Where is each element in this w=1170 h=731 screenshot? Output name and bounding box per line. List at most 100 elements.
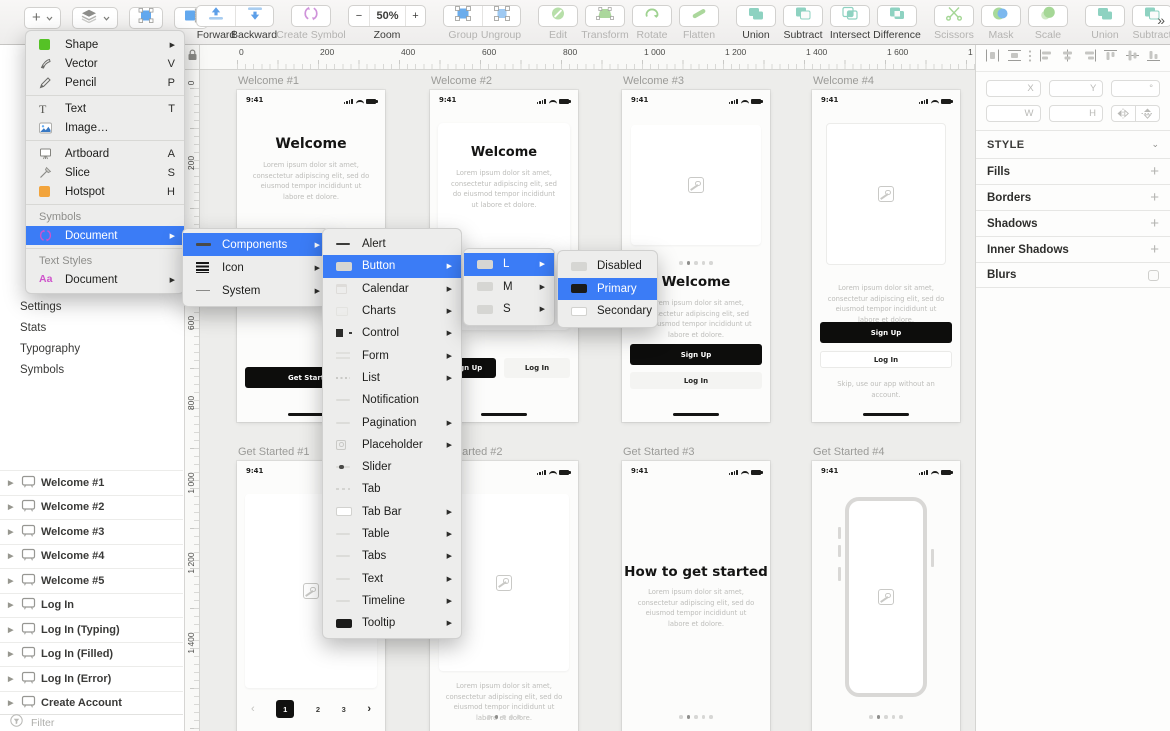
menu-item-shape[interactable]: Shape▶ bbox=[26, 35, 184, 54]
group-button[interactable] bbox=[444, 6, 482, 26]
menu-item-charts[interactable]: Charts▶ bbox=[323, 300, 461, 322]
add-icon[interactable]: + bbox=[1150, 164, 1159, 179]
menu-item-components[interactable]: Components▶ bbox=[183, 233, 329, 256]
artboard-get-started-4[interactable]: Get Started #4 9:41 bbox=[812, 461, 960, 731]
layer-row-welcome-3[interactable]: ▶Welcome #3 bbox=[0, 519, 183, 544]
transform-button[interactable] bbox=[586, 6, 624, 26]
log-in-button[interactable]: Log In bbox=[504, 358, 570, 378]
align-left-icon[interactable] bbox=[1039, 49, 1054, 67]
menu-item-tooltip[interactable]: Tooltip▶ bbox=[323, 612, 461, 634]
layer-row-welcome-1[interactable]: ▶Welcome #1 bbox=[0, 470, 183, 495]
insert-plus-button[interactable]: + bbox=[24, 7, 61, 29]
artboard-title[interactable]: Welcome #4 bbox=[813, 75, 874, 87]
menu-item-tab[interactable]: Tab bbox=[323, 478, 461, 500]
ruler-lock[interactable] bbox=[185, 45, 200, 70]
union-button[interactable] bbox=[737, 6, 775, 26]
rotation-field[interactable]: ° bbox=[1111, 80, 1160, 97]
add-icon[interactable]: + bbox=[1150, 216, 1159, 231]
menu-item-l[interactable]: L▶ bbox=[464, 253, 554, 276]
disclosure-triangle-icon[interactable]: ▶ bbox=[8, 503, 16, 511]
layer-row-welcome-4[interactable]: ▶Welcome #4 bbox=[0, 544, 183, 569]
artboard-title[interactable]: Welcome #3 bbox=[623, 75, 684, 87]
menu-item-m[interactable]: M▶ bbox=[464, 276, 554, 299]
artboard-welcome-4[interactable]: Welcome #4 Lorem ipsum dolor sit amet, c… bbox=[812, 90, 960, 422]
menu-item-pagination[interactable]: Pagination▶ bbox=[323, 411, 461, 433]
artboard-title[interactable]: Get Started #1 bbox=[238, 446, 310, 458]
artboard-title[interactable]: Get Started #4 bbox=[813, 446, 885, 458]
disclosure-triangle-icon[interactable]: ▶ bbox=[8, 650, 16, 658]
menu-item-list[interactable]: List▶ bbox=[323, 367, 461, 389]
pagination-next-icon[interactable]: › bbox=[367, 703, 371, 715]
filter-input[interactable] bbox=[29, 716, 149, 730]
style-section-header[interactable]: STYLE ⌄ bbox=[976, 130, 1170, 158]
align-right-icon[interactable] bbox=[1082, 49, 1097, 67]
menu-item-tab-bar[interactable]: Tab Bar▶ bbox=[323, 501, 461, 523]
menu-item-image[interactable]: Image… bbox=[26, 118, 184, 137]
menu-item-icon[interactable]: Icon▶ bbox=[183, 256, 329, 279]
flatten-button[interactable] bbox=[680, 6, 718, 26]
menu-item-table[interactable]: Table▶ bbox=[323, 523, 461, 545]
checkbox[interactable] bbox=[1148, 270, 1159, 281]
menu-item-timeline[interactable]: Timeline▶ bbox=[323, 590, 461, 612]
menu-item-secondary[interactable]: Secondary bbox=[558, 300, 657, 323]
flip-horizontal-button[interactable] bbox=[1111, 105, 1136, 122]
pagination-prev-icon[interactable]: ‹ bbox=[251, 703, 255, 715]
sign-up-button[interactable]: Sign Up bbox=[630, 344, 762, 365]
disclosure-triangle-icon[interactable]: ▶ bbox=[8, 601, 16, 609]
menu-item-slice[interactable]: SliceS bbox=[26, 163, 184, 182]
sidebar-page-symbols[interactable]: Symbols bbox=[0, 360, 183, 381]
menu-item-pencil[interactable]: PencilP bbox=[26, 73, 184, 92]
artboard-title[interactable]: Get Started #3 bbox=[623, 446, 695, 458]
intersect-button[interactable] bbox=[831, 6, 869, 26]
align-bottom-icon[interactable] bbox=[1146, 49, 1161, 67]
edit-button[interactable] bbox=[539, 6, 577, 26]
forward-button[interactable] bbox=[197, 6, 235, 26]
menu-item-artboard[interactable]: ArtboardA bbox=[26, 144, 184, 163]
disclosure-triangle-icon[interactable]: ▶ bbox=[8, 552, 16, 560]
sign-up-button[interactable]: Sign Up bbox=[820, 322, 952, 343]
align-vertical-middle-icon[interactable] bbox=[1125, 49, 1140, 67]
disclosure-triangle-icon[interactable]: ▶ bbox=[8, 479, 16, 487]
menu-item-tabs[interactable]: Tabs▶ bbox=[323, 545, 461, 567]
horizontal-ruler[interactable]: 02004006008001 0001 2001 4001 6001 800 bbox=[200, 45, 975, 70]
disclosure-triangle-icon[interactable]: ▶ bbox=[8, 577, 16, 585]
canvas[interactable]: Welcome #1 Welcome Lorem ipsum dolor sit… bbox=[200, 70, 975, 731]
sidebar-page-settings[interactable]: Settings bbox=[0, 297, 183, 318]
rotate-button[interactable] bbox=[633, 6, 671, 26]
create-symbol-button[interactable] bbox=[292, 6, 330, 26]
pagination-page-3[interactable]: 3 bbox=[342, 705, 346, 714]
difference-button[interactable] bbox=[878, 6, 916, 26]
layer-row-log-in-typing[interactable]: ▶Log In (Typing) bbox=[0, 617, 183, 642]
disclosure-triangle-icon[interactable]: ▶ bbox=[8, 528, 16, 536]
backward-button[interactable] bbox=[235, 6, 273, 26]
flip-vertical-button[interactable] bbox=[1136, 105, 1161, 122]
width-field[interactable]: W bbox=[986, 105, 1041, 122]
menu-item-document[interactable]: Document▶ bbox=[26, 226, 184, 245]
layer-row-log-in-error[interactable]: ▶Log In (Error) bbox=[0, 666, 183, 691]
layer-row-log-in-filled[interactable]: ▶Log In (Filled) bbox=[0, 642, 183, 667]
align-horizontal-center-icon[interactable] bbox=[1060, 49, 1075, 67]
menu-item-notification[interactable]: Notification bbox=[323, 389, 461, 411]
x-field[interactable]: X bbox=[986, 80, 1041, 97]
align-top-icon[interactable] bbox=[1103, 49, 1118, 67]
artboard-title[interactable]: Welcome #1 bbox=[238, 75, 299, 87]
menu-item-s[interactable]: S▶ bbox=[464, 298, 554, 321]
menu-item-control[interactable]: Control▶ bbox=[323, 322, 461, 344]
menu-item-disabled[interactable]: Disabled bbox=[558, 255, 657, 278]
menu-item-alert[interactable]: Alert bbox=[323, 233, 461, 255]
insert-symbol-button[interactable] bbox=[129, 7, 163, 29]
menu-item-primary[interactable]: Primary bbox=[558, 278, 657, 301]
add-icon[interactable]: + bbox=[1150, 242, 1159, 257]
disclosure-triangle-icon[interactable]: ▶ bbox=[8, 699, 16, 707]
subtract-button[interactable] bbox=[784, 6, 822, 26]
disclosure-triangle-icon[interactable]: ▶ bbox=[8, 675, 16, 683]
distribute-horizontally-icon[interactable] bbox=[985, 49, 1000, 67]
disclosure-triangle-icon[interactable]: ▶ bbox=[8, 626, 16, 634]
menu-item-button[interactable]: Button▶ bbox=[323, 255, 461, 277]
add-icon[interactable]: + bbox=[1150, 190, 1159, 205]
artboard-get-started-3[interactable]: Get Started #3 How to get started Lorem … bbox=[622, 461, 770, 731]
layer-row-log-in[interactable]: ▶Log In bbox=[0, 593, 183, 618]
scale-button[interactable] bbox=[1029, 6, 1067, 26]
sidebar-page-stats[interactable]: Stats bbox=[0, 318, 183, 339]
mask-button[interactable] bbox=[982, 6, 1020, 26]
